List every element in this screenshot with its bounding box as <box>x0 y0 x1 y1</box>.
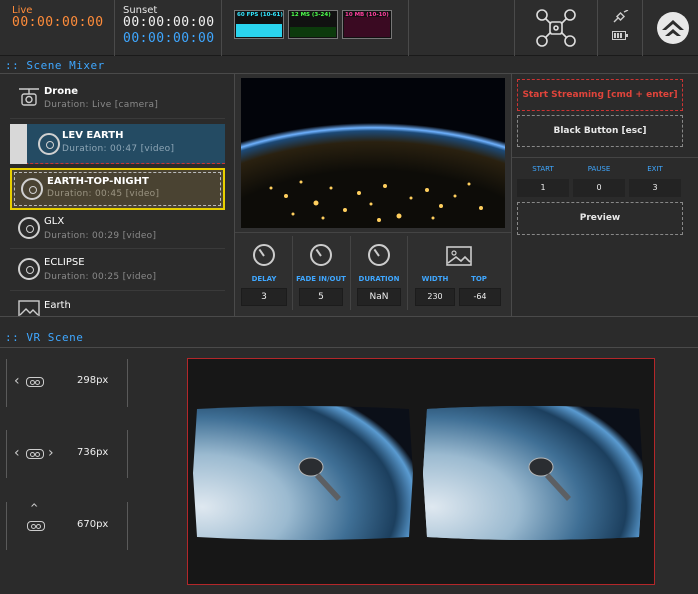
active-indicator <box>10 124 27 164</box>
width-input[interactable]: 230 <box>415 288 455 306</box>
delay-label: DELAY <box>251 275 277 283</box>
scene-duration: Duration: 00:45 [video] <box>47 189 160 199</box>
chevron-left-icon[interactable]: ‹ <box>14 446 20 460</box>
ms-label: 12 MS (3-24) <box>291 12 331 18</box>
film-reel-icon <box>21 178 43 200</box>
start-column-label: START <box>532 165 554 173</box>
fps-graph <box>236 24 282 37</box>
fade-label: FADE IN/OUT <box>296 275 346 283</box>
pause-column-label: PAUSE <box>587 165 611 173</box>
vr-width-value: 736px <box>77 447 109 458</box>
scene-name: LEV EARTH <box>62 130 124 141</box>
film-reel-icon <box>18 258 40 280</box>
film-reel-icon <box>18 217 40 239</box>
chevron-up-icon[interactable]: ‹ <box>26 502 42 508</box>
scene-item-glx[interactable]: GLX Duration: 00:29 [video] <box>10 208 225 248</box>
live-timecode: 00:00:00:00 <box>12 15 104 30</box>
width-label: WIDTH <box>421 275 449 283</box>
vr-goggles-icon <box>26 449 44 459</box>
ms-meter: 12 MS (3-24) <box>288 10 338 39</box>
duration-input[interactable]: NaN <box>357 288 401 306</box>
vr-stereo-image <box>193 406 643 540</box>
fps-label: 60 FPS (10-61) <box>237 12 283 18</box>
drone-icon[interactable] <box>535 8 577 48</box>
fps-meter: 60 FPS (10-61) <box>234 10 284 39</box>
satellite-icon <box>613 10 629 23</box>
scene-item-earth-top-night[interactable]: EARTH-TOP-NIGHT Duration: 00:45 [video] <box>10 168 225 210</box>
start-value[interactable]: 1 <box>517 179 569 197</box>
ms-graph <box>290 27 336 37</box>
streaming-panel: Start Streaming [cmd + enter] Black Butt… <box>512 74 698 316</box>
scene-preview-panel: DELAY 3 FADE IN/OUT 5 DURATION NaN WIDTH… <box>235 74 511 316</box>
scene-duration: Duration: 00:47 [video] <box>62 144 175 154</box>
chevron-left-icon[interactable]: ‹ <box>14 374 20 388</box>
image-size-icon <box>446 246 472 266</box>
scene-name: EARTH-TOP-NIGHT <box>47 176 149 187</box>
app-logo <box>657 12 689 44</box>
duration-label: DURATION <box>358 275 400 283</box>
battery-icon <box>612 31 628 40</box>
scene-name: Drone <box>44 86 79 97</box>
black-button[interactable]: Black Button [esc] <box>517 115 683 147</box>
film-reel-icon <box>38 133 60 155</box>
pause-value[interactable]: 0 <box>573 179 625 197</box>
vr-goggles-icon <box>26 377 44 387</box>
vr-height-value: 670px <box>77 519 109 530</box>
scene-item-eclipse[interactable]: ECLIPSE Duration: 00:25 [video] <box>10 249 225 289</box>
scene-duration: Duration: Live [camera] <box>44 100 159 110</box>
top-label: TOP <box>471 275 487 283</box>
preview-button[interactable]: Preview <box>517 202 683 235</box>
camera-icon <box>19 88 39 106</box>
delay-input[interactable]: 3 <box>241 288 287 306</box>
exit-value[interactable]: 3 <box>629 179 681 197</box>
scene-name: GLX <box>44 216 65 227</box>
scene-name: Earth <box>44 300 71 311</box>
scene-item-lev-earth[interactable]: LEV EARTH Duration: 00:47 [video] <box>10 124 225 164</box>
vr-offset-value: 298px <box>77 375 109 386</box>
sunset-countdown: 00:00:00:00 <box>123 31 215 46</box>
scene-duration: Duration: 00:29 [video] <box>44 231 157 241</box>
delay-dial-icon[interactable] <box>253 244 275 266</box>
sunset-timecode: 00:00:00:00 <box>123 15 215 30</box>
image-icon <box>18 300 40 316</box>
vr-scene-title: :: VR Scene <box>5 331 84 344</box>
exit-column-label: EXIT <box>647 165 663 173</box>
fade-dial-icon[interactable] <box>310 244 332 266</box>
fade-input[interactable]: 5 <box>299 288 343 306</box>
top-input[interactable]: -64 <box>459 288 501 306</box>
start-streaming-button[interactable]: Start Streaming [cmd + enter] <box>517 79 683 111</box>
scene-preview-image <box>241 78 505 228</box>
scene-item-drone[interactable]: Drone Duration: Live [camera] <box>10 80 225 120</box>
scene-name: ECLIPSE <box>44 257 85 268</box>
memory-meter: 10 MB (10-10) <box>342 10 392 39</box>
scene-item-earth[interactable]: Earth <box>10 292 225 316</box>
vr-goggles-icon <box>27 521 45 531</box>
chevron-right-icon[interactable]: › <box>48 446 54 460</box>
scene-duration: Duration: 00:25 [video] <box>44 272 157 282</box>
top-bar: Live 00:00:00:00 Sunset 00:00:00:00 00:0… <box>0 0 698 56</box>
memory-graph <box>344 17 390 37</box>
vr-settings-panel: ‹ 298px ‹ › 736px ‹ 670px <box>0 348 185 594</box>
vr-preview <box>187 358 655 585</box>
scene-mixer-title: :: Scene Mixer <box>5 59 105 72</box>
duration-dial-icon[interactable] <box>368 244 390 266</box>
scene-list: Drone Duration: Live [camera] LEV EARTH … <box>0 74 234 316</box>
